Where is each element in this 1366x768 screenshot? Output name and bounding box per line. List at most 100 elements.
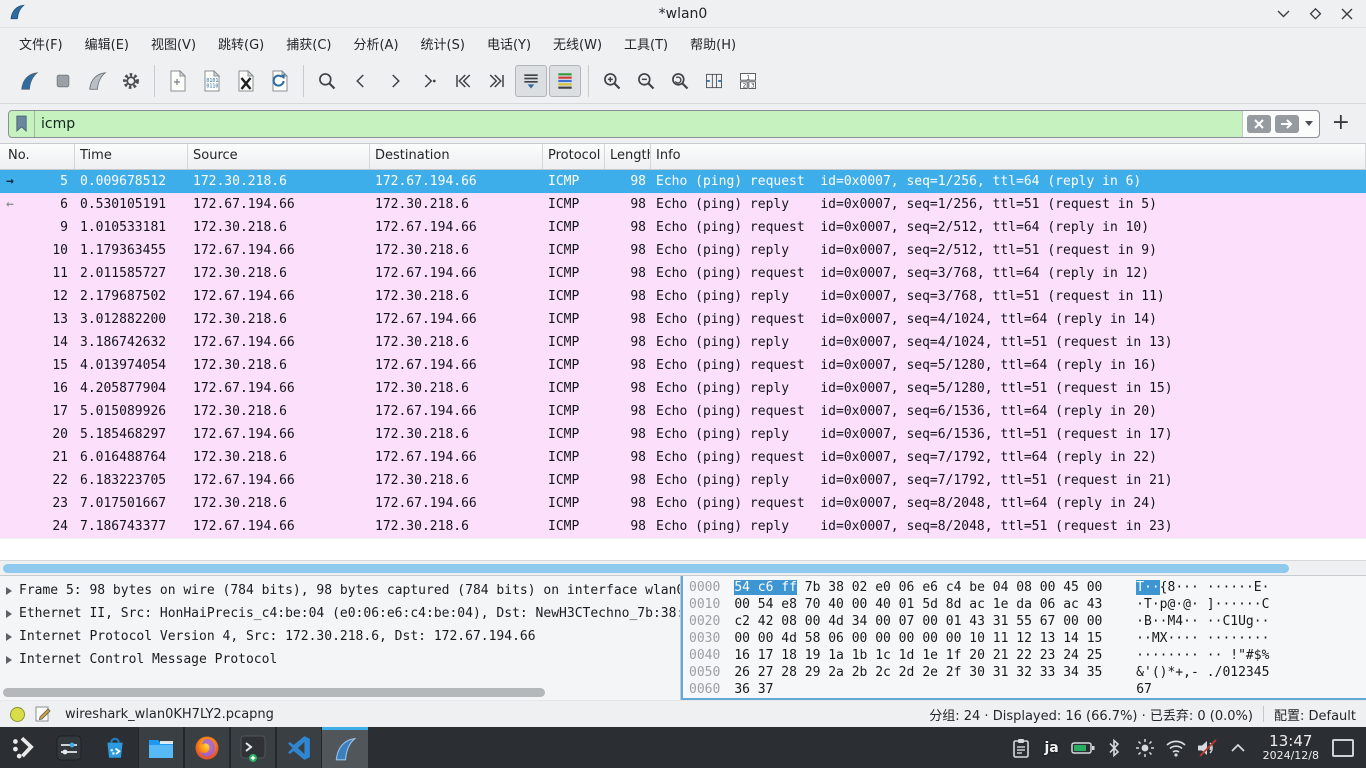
titlebar[interactable]: *wlan0	[0, 0, 1366, 28]
filter-dropdown-caret[interactable]	[1305, 121, 1313, 126]
expand-chevron-icon[interactable]	[6, 656, 12, 664]
packet-row-23[interactable]: 237.017501667172.30.218.6172.67.194.66IC…	[0, 492, 1366, 515]
go-to-packet-button[interactable]	[413, 65, 445, 97]
stop-capture-button[interactable]	[47, 65, 79, 97]
go-forward-button[interactable]	[379, 65, 411, 97]
first-packet-button[interactable]	[447, 65, 479, 97]
go-back-button[interactable]	[345, 65, 377, 97]
column-header-no[interactable]: No.	[0, 144, 75, 169]
hex-row-0020[interactable]: 0020c2 42 08 00 4d 34 00 0700 01 43 31 5…	[689, 614, 1366, 631]
detail-line-0[interactable]: Frame 5: 98 bytes on wire (784 bits), 98…	[0, 579, 680, 602]
packet-row-22[interactable]: 226.183223705172.67.194.66172.30.218.6IC…	[0, 469, 1366, 492]
task-vscode[interactable]	[276, 727, 322, 768]
packet-list-hscrollbar[interactable]	[0, 560, 1366, 576]
column-header-length[interactable]: Length	[605, 144, 651, 169]
column-header-protocol[interactable]: Protocol	[543, 144, 605, 169]
find-packet-button[interactable]	[311, 65, 343, 97]
reload-file-button[interactable]	[264, 65, 296, 97]
task-file-manager[interactable]	[138, 727, 184, 768]
column-header-info[interactable]: Info	[651, 144, 1366, 169]
zoom-in-button[interactable]	[596, 65, 628, 97]
packet-row-24[interactable]: 247.186743377172.67.194.66172.30.218.6IC…	[0, 515, 1366, 538]
hex-row-0040[interactable]: 004016 17 18 19 1a 1b 1c 1d1e 1f 20 21 2…	[689, 648, 1366, 665]
expand-tray-icon[interactable]	[1226, 736, 1250, 760]
packet-row-5[interactable]: →50.009678512172.30.218.6172.67.194.66IC…	[0, 170, 1366, 193]
packet-row-14[interactable]: 143.186742632172.67.194.66172.30.218.6IC…	[0, 331, 1366, 354]
menu-edit[interactable]: 编辑(E)	[76, 30, 138, 57]
task-terminal[interactable]	[230, 727, 276, 768]
hscrollbar-thumb[interactable]	[3, 564, 1289, 573]
packet-row-13[interactable]: 133.012882200172.30.218.6172.67.194.66IC…	[0, 308, 1366, 331]
restart-capture-button[interactable]	[81, 65, 113, 97]
menu-go[interactable]: 跳转(G)	[209, 30, 273, 57]
battery-icon[interactable]	[1071, 736, 1095, 760]
menu-telephony[interactable]: 电话(Y)	[478, 30, 540, 57]
open-file-button[interactable]	[162, 65, 194, 97]
menu-view[interactable]: 视图(V)	[142, 30, 205, 57]
packet-row-9[interactable]: 91.010533181172.30.218.6172.67.194.66ICM…	[0, 216, 1366, 239]
system-settings-button[interactable]	[46, 727, 92, 768]
auto-scroll-button[interactable]	[515, 65, 547, 97]
packet-row-10[interactable]: 101.179363455172.67.194.66172.30.218.6IC…	[0, 239, 1366, 262]
display-filter-input[interactable]	[35, 116, 1242, 132]
capture-options-button[interactable]	[115, 65, 147, 97]
column-header-time[interactable]: Time	[75, 144, 188, 169]
maximize-button[interactable]	[1308, 7, 1322, 21]
menu-help[interactable]: 帮助(H)	[681, 30, 745, 57]
zoom-out-button[interactable]	[630, 65, 662, 97]
close-file-button[interactable]	[230, 65, 262, 97]
add-filter-button[interactable]: +	[1328, 110, 1358, 137]
capture-comment-icon[interactable]	[35, 706, 51, 722]
packet-row-15[interactable]: 154.013974054172.30.218.6172.67.194.66IC…	[0, 354, 1366, 377]
menu-tools[interactable]: 工具(T)	[615, 30, 677, 57]
expand-chevron-icon[interactable]	[6, 633, 12, 641]
app-launcher-button[interactable]	[0, 727, 46, 768]
detail-line-2[interactable]: Internet Protocol Version 4, Src: 172.30…	[0, 625, 680, 648]
expand-chevron-icon[interactable]	[6, 610, 12, 618]
input-method-indicator[interactable]: ja	[1040, 736, 1064, 760]
filter-bookmark-icon[interactable]	[9, 111, 35, 137]
clock[interactable]: 13:472024/12/8	[1263, 733, 1319, 762]
clipboard-icon[interactable]	[1009, 736, 1033, 760]
details-hscrollbar-thumb[interactable]	[3, 688, 545, 697]
close-button[interactable]	[1340, 7, 1354, 21]
show-desktop-button[interactable]	[1332, 739, 1354, 757]
task-firefox[interactable]	[184, 727, 230, 768]
hex-row-0000[interactable]: 000054 c6 ff 7b 38 02 e0 06e6 c4 be 04 0…	[689, 580, 1366, 597]
bluetooth-icon[interactable]	[1102, 736, 1126, 760]
colorize-button[interactable]	[549, 65, 581, 97]
detail-line-3[interactable]: Internet Control Message Protocol	[0, 648, 680, 671]
packet-row-20[interactable]: 205.185468297172.67.194.66172.30.218.6IC…	[0, 423, 1366, 446]
detail-line-1[interactable]: Ethernet II, Src: HonHaiPrecis_c4:be:04 …	[0, 602, 680, 625]
profile-selector[interactable]: 配置: Default	[1274, 705, 1356, 724]
packet-row-11[interactable]: 112.011585727172.30.218.6172.67.194.66IC…	[0, 262, 1366, 285]
discover-button[interactable]	[92, 727, 138, 768]
brightness-icon[interactable]	[1133, 736, 1157, 760]
menu-analyze[interactable]: 分析(A)	[344, 30, 407, 57]
volume-muted-icon[interactable]	[1195, 736, 1219, 760]
column-header-source[interactable]: Source	[188, 144, 370, 169]
menu-file[interactable]: 文件(F)	[10, 30, 72, 57]
menu-statistics[interactable]: 统计(S)	[412, 30, 474, 57]
column-header-destination[interactable]: Destination	[370, 144, 543, 169]
task-wireshark[interactable]	[322, 727, 368, 768]
resize-123-button[interactable]: 123	[732, 65, 764, 97]
zoom-reset-button[interactable]	[664, 65, 696, 97]
menu-capture[interactable]: 捕获(C)	[277, 30, 340, 57]
packet-row-12[interactable]: 122.179687502172.67.194.66172.30.218.6IC…	[0, 285, 1366, 308]
hex-row-0060[interactable]: 006036 37 67	[689, 682, 1366, 699]
packet-row-21[interactable]: 216.016488764172.30.218.6172.67.194.66IC…	[0, 446, 1366, 469]
packet-row-16[interactable]: 164.205877904172.67.194.66172.30.218.6IC…	[0, 377, 1366, 400]
save-file-button[interactable]: 01010110	[196, 65, 228, 97]
expert-info-icon[interactable]	[10, 707, 25, 722]
apply-filter-button[interactable]	[1275, 115, 1299, 133]
expand-chevron-icon[interactable]	[6, 587, 12, 595]
resize-columns-button[interactable]	[698, 65, 730, 97]
menu-wireless[interactable]: 无线(W)	[544, 30, 611, 57]
packet-row-6[interactable]: ←60.530105191172.67.194.66172.30.218.6IC…	[0, 193, 1366, 216]
packet-row-17[interactable]: 175.015089926172.30.218.6172.67.194.66IC…	[0, 400, 1366, 423]
clear-filter-button[interactable]	[1247, 115, 1271, 133]
wifi-icon[interactable]	[1164, 736, 1188, 760]
hex-row-0030[interactable]: 003000 00 4d 58 06 00 00 0000 00 10 11 1…	[689, 631, 1366, 648]
hex-row-0010[interactable]: 001000 54 e8 70 40 00 40 015d 8d ac 1e d…	[689, 597, 1366, 614]
